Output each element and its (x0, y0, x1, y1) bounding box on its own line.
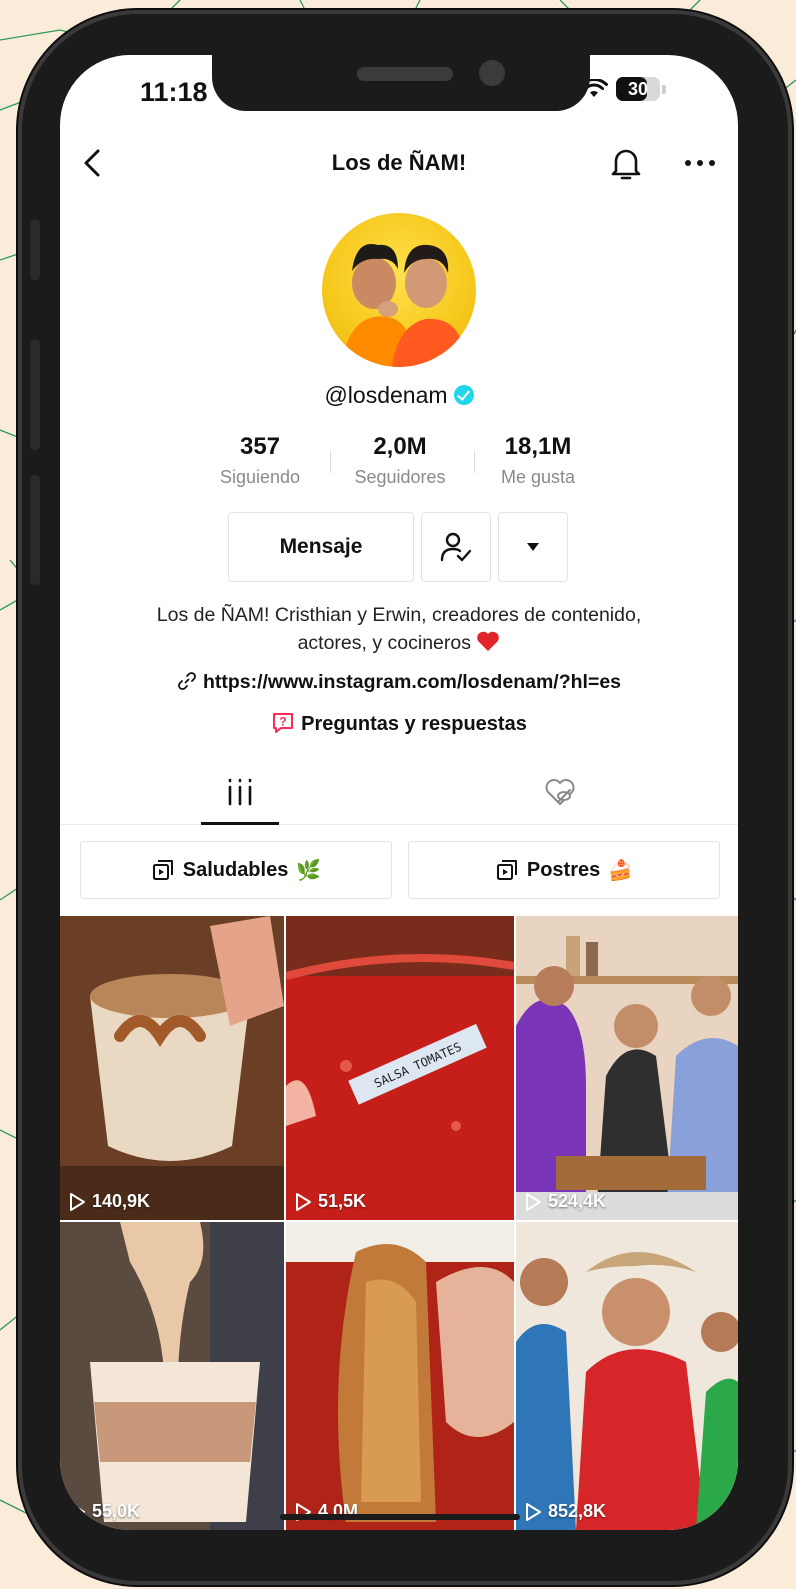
play-icon (70, 1192, 85, 1211)
bell-icon (611, 149, 641, 180)
profile-link[interactable]: https://www.instagram.com/losdenam/?hl=e… (60, 671, 738, 694)
video-views-count: 51,5K (318, 1191, 367, 1211)
speaker (357, 67, 453, 81)
battery-icon: 30 (616, 77, 660, 101)
thumbnail-image (60, 1222, 284, 1530)
video-views: 51,5K (294, 1191, 366, 1212)
cake-emoji: 🍰 (608, 859, 634, 882)
qa-link-text: Preguntas y respuestas (301, 713, 527, 735)
home-indicator[interactable] (280, 1514, 520, 1520)
phone-volume-up (30, 340, 40, 450)
stat-following-value: 357 (239, 433, 281, 460)
play-icon (526, 1502, 541, 1521)
active-tab-indicator (201, 822, 279, 825)
play-icon (70, 1502, 85, 1521)
stat-following-label: Siguiendo (219, 467, 301, 487)
stat-followers-value: 2,0M (373, 433, 427, 460)
thumbnail-image (516, 916, 738, 1220)
notch (212, 55, 590, 111)
phone-volume-down (30, 475, 40, 585)
video-thumbnail[interactable]: 55,0K (60, 1222, 284, 1530)
status-icons: 30 (580, 77, 666, 101)
front-camera (479, 60, 505, 86)
battery-tip (662, 84, 666, 94)
tab-videos[interactable] (201, 760, 279, 824)
video-thumbnail[interactable]: 852,8K (516, 1222, 738, 1530)
profile-bio: Los de ÑAM! Cristhian y Erwin, creadores… (90, 601, 708, 657)
caret-down-icon (527, 543, 539, 551)
stat-likes[interactable]: 18,1M Me gusta (468, 433, 608, 488)
bio-line-2-row: actores, y cocineros (90, 629, 708, 657)
stat-following[interactable]: 357 Siguiendo (190, 433, 330, 488)
user-check-icon (440, 532, 472, 562)
grid-icon (228, 778, 252, 806)
following-button[interactable] (421, 512, 491, 582)
video-thumbnail[interactable]: 4,0M (286, 1222, 514, 1530)
playlist-icon (496, 860, 517, 880)
screen: 11:18 30 Los de ÑAM! @losdenam 357 Sigui… (60, 55, 738, 1530)
question-bubble-icon: ? (273, 713, 294, 733)
svg-text:?: ? (280, 715, 287, 729)
play-icon (526, 1192, 541, 1211)
play-icon (296, 1192, 311, 1211)
status-time: 11:18 (140, 77, 208, 107)
profile-tabs (60, 760, 738, 825)
thumbnail-image (516, 1222, 738, 1530)
phone-silent-switch (30, 220, 40, 280)
leaf-emoji: 🌿 (296, 859, 322, 882)
heart-emoji-icon (477, 631, 500, 651)
notifications-button[interactable] (606, 143, 646, 183)
qa-link[interactable]: ? Preguntas y respuestas (60, 711, 738, 736)
suggestions-dropdown-button[interactable] (498, 512, 568, 582)
video-thumbnail[interactable]: 524,4K (516, 916, 738, 1220)
profile-link-text: https://www.instagram.com/losdenam/?hl=e… (202, 671, 622, 693)
verified-badge-icon (453, 385, 474, 405)
thumbnail-image: SALSA TOMATES (286, 916, 514, 1220)
stat-likes-value: 18,1M (504, 433, 572, 460)
more-icon (685, 160, 715, 166)
playlist-saludables-label: Saludables (182, 858, 289, 881)
avatar-photo (342, 244, 464, 367)
video-views: 55,0K (68, 1501, 140, 1522)
profile-stats: 357 Siguiendo 2,0M Seguidores 18,1M Me g… (190, 433, 608, 493)
bio-line-2: actores, y cocineros (297, 632, 471, 654)
link-icon (178, 672, 196, 690)
playlist-postres[interactable]: Postres 🍰 (408, 841, 720, 899)
playlist-saludables[interactable]: Saludables 🌿 (80, 841, 392, 899)
profile-handle: @losdenam (324, 382, 448, 408)
playlist-postres-label: Postres (526, 858, 601, 881)
message-button[interactable]: Mensaje (228, 512, 414, 582)
video-views-count: 524,4K (548, 1191, 607, 1211)
stat-followers-label: Seguidores (354, 467, 446, 487)
thumbnail-image (60, 916, 284, 1220)
playlist-icon (152, 860, 173, 880)
tab-liked-private[interactable] (521, 760, 599, 824)
video-views-count: 55,0K (92, 1501, 141, 1521)
stat-followers[interactable]: 2,0M Seguidores (330, 433, 470, 488)
profile-handle-row: @losdenam (60, 382, 738, 409)
video-views: 140,9K (68, 1191, 150, 1212)
video-views-count: 140,9K (92, 1191, 151, 1211)
video-thumbnail[interactable]: SALSA TOMATES 51,5K (286, 916, 514, 1220)
video-views: 524,4K (524, 1191, 606, 1212)
video-views: 852,8K (524, 1501, 606, 1522)
battery-level: 30 (627, 78, 649, 99)
heart-hidden-icon (545, 779, 575, 805)
playlists-row: Saludables 🌿 Postres 🍰 (80, 841, 720, 899)
video-thumbnail[interactable]: 140,9K (60, 916, 284, 1220)
thumbnail-image (286, 1222, 514, 1530)
video-views-count: 852,8K (548, 1501, 607, 1521)
more-options-button[interactable] (680, 143, 720, 183)
bio-line-1: Los de ÑAM! Cristhian y Erwin, creadores… (156, 604, 642, 626)
stat-likes-label: Me gusta (500, 467, 576, 487)
avatar[interactable] (322, 213, 476, 367)
video-grid: 140,9K SALSA TOMATES 51,5K 524,4K 55,0K … (60, 916, 738, 1530)
